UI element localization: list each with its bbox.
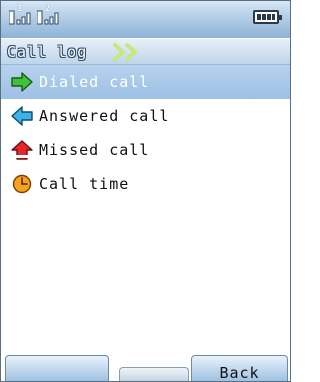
blue-left-arrow-icon: [11, 106, 33, 126]
double-chevron-right-icon: [113, 43, 137, 61]
menu-item-label: Call time: [39, 175, 130, 193]
back-softkey[interactable]: Back: [191, 355, 288, 381]
clock-icon: [12, 174, 32, 194]
menu-item-dialed-call[interactable]: Dialed call: [1, 65, 290, 99]
center-softkey[interactable]: [119, 367, 189, 381]
battery-icon: [253, 10, 282, 24]
red-up-arrow-icon: [11, 140, 33, 160]
menu-item-label: Missed call: [39, 141, 150, 159]
status-bar: 1 2: [1, 1, 290, 39]
menu-item-call-time[interactable]: Call time: [1, 167, 290, 201]
green-right-arrow-icon: [11, 72, 33, 92]
sim1-badge: 1: [17, 4, 23, 14]
page-title: Call log: [7, 43, 88, 61]
softkey-bar: Back: [1, 353, 290, 381]
call-log-menu: Dialed call Answered call Missed call Ca…: [1, 65, 290, 201]
back-label: Back: [219, 364, 260, 382]
sim2-badge: 2: [45, 4, 51, 14]
title-bar: Call log: [1, 39, 290, 65]
menu-item-answered-call[interactable]: Answered call: [1, 99, 290, 133]
phone-screen: 1 2 Call log Dialed call Answered call M…: [0, 0, 291, 382]
left-softkey[interactable]: [5, 355, 109, 381]
menu-item-label: Answered call: [39, 107, 170, 125]
menu-item-label: Dialed call: [39, 73, 150, 91]
menu-item-missed-call[interactable]: Missed call: [1, 133, 290, 167]
